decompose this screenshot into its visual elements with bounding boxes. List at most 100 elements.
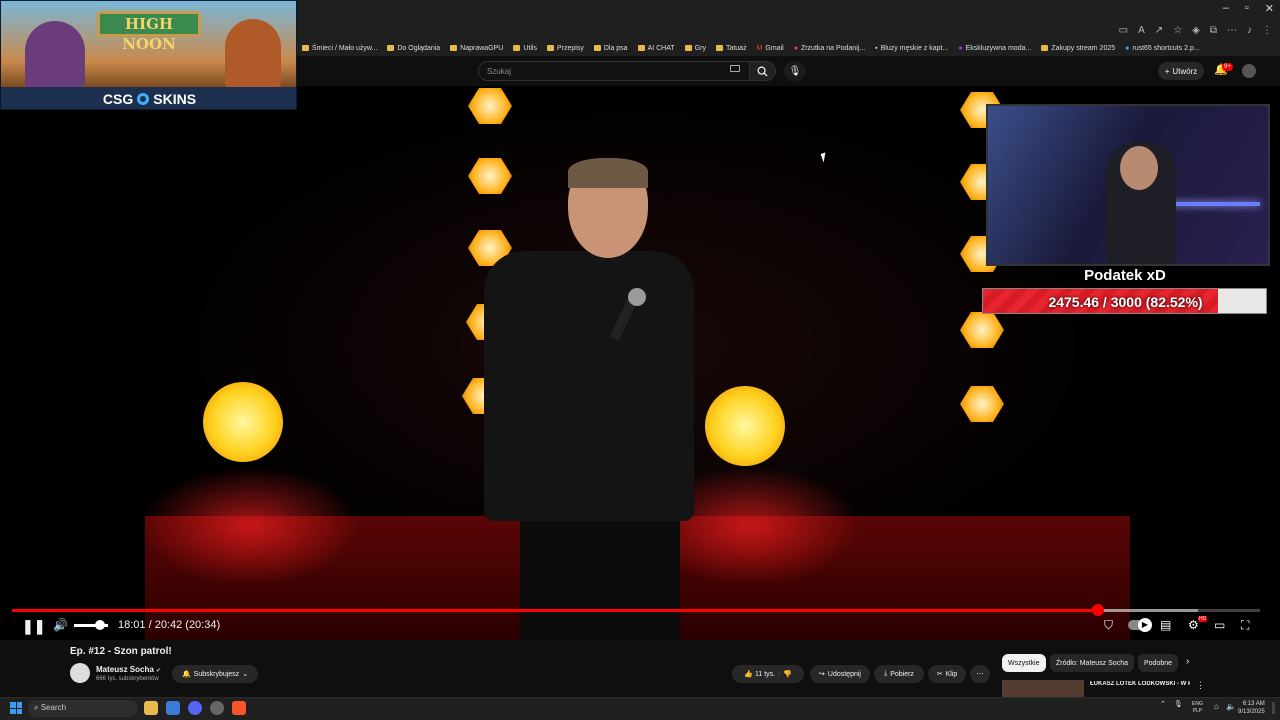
microphone-icon[interactable]: 🎙 xyxy=(1174,700,1183,708)
folder-icon xyxy=(546,45,554,51)
led-strip xyxy=(1168,202,1260,206)
system-tray: ⌃ 🎙 xyxy=(1160,700,1183,708)
maximize-button[interactable]: ▫ xyxy=(1245,2,1249,15)
recommended-thumbnail[interactable] xyxy=(1002,680,1084,698)
bookmark-item[interactable]: Przepisy xyxy=(546,45,584,52)
volume-tray-icon[interactable]: 🔈 xyxy=(1226,702,1236,711)
store-icon[interactable] xyxy=(166,701,180,715)
folder-icon xyxy=(302,45,309,51)
bookmark-item[interactable]: Utils xyxy=(513,45,537,52)
bookmark-star-icon[interactable]: ☆ xyxy=(1173,25,1182,36)
fullscreen-icon[interactable]: ⛶ xyxy=(1241,618,1249,633)
notification-count-badge: 9+ xyxy=(1222,63,1233,71)
cast-icon[interactable]: ▭ xyxy=(1119,25,1128,36)
bookmark-item[interactable]: NaprawaGPU xyxy=(450,45,503,52)
app-icon[interactable] xyxy=(210,701,224,715)
subscribe-button[interactable]: 🔔 Subskrybujesz ⌄ xyxy=(172,665,258,683)
download-button[interactable]: ⤓ Pobierz xyxy=(874,665,924,683)
pause-button[interactable]: ❚❚ xyxy=(22,618,45,635)
share-button[interactable]: ↪ Udostępnij xyxy=(810,665,870,683)
folder-icon xyxy=(715,45,723,51)
subtitles-icon[interactable]: ▤ xyxy=(1160,618,1171,632)
voice-search-button[interactable]: 🎙 xyxy=(784,61,806,81)
ad-sign: HIGH NOON xyxy=(97,11,201,53)
taskbar-clock[interactable]: 6:13 AM 9/13/2025 xyxy=(1238,700,1265,716)
folder-icon xyxy=(593,45,601,51)
scissors-icon: ✂ xyxy=(936,671,943,678)
page-icon: ▪ xyxy=(875,44,878,52)
channel-avatar[interactable] xyxy=(70,663,90,683)
dislike-icon[interactable]: 👎 xyxy=(783,670,792,678)
more-extensions-icon[interactable]: ⋯ xyxy=(1227,25,1237,36)
bookmark-item[interactable]: AI CHAT xyxy=(637,45,675,52)
plus-icon: + xyxy=(1164,66,1170,76)
bookmark-item[interactable]: Dla psa xyxy=(593,45,628,52)
recommended-title[interactable]: ŁUKASZ LOTEK LODKOWSKI - W krzyżu tajemn… xyxy=(1090,681,1190,687)
media-icon[interactable]: ♪ xyxy=(1247,25,1252,36)
keyboard-icon[interactable] xyxy=(730,65,740,72)
bell-icon: 🔔 xyxy=(181,671,191,678)
more-icon[interactable]: ⋮ xyxy=(1196,680,1205,691)
share-arrow-icon: ↪ xyxy=(819,671,825,678)
performer-hair xyxy=(568,158,648,188)
donation-goal-title: Podatek xD xyxy=(1084,267,1166,284)
bookmark-item[interactable]: Śmieci / Mało używ... xyxy=(302,45,377,52)
bookmark-item[interactable]: Tatuaż xyxy=(715,45,747,52)
chip-similar[interactable]: Podobne xyxy=(1138,654,1179,672)
sponsorblock-icon[interactable]: ⛉ xyxy=(1104,618,1113,633)
bookmark-item[interactable]: ● Zrzutka na Podanij... xyxy=(794,45,865,52)
streamer-head xyxy=(1120,146,1158,190)
tabs-icon[interactable]: ⧉ xyxy=(1210,25,1217,36)
file-explorer-icon[interactable] xyxy=(144,701,158,715)
bookmark-item[interactable]: ● rust65 shortcuts 2.p... xyxy=(1125,45,1200,52)
performer-legs xyxy=(520,516,680,640)
account-avatar[interactable] xyxy=(1242,64,1256,78)
chevron-right-icon[interactable]: › xyxy=(1186,656,1189,667)
volume-knob[interactable] xyxy=(95,620,105,630)
bookmark-item[interactable]: ● Ekskluzywna moda... xyxy=(958,45,1031,52)
spotlight xyxy=(705,386,785,466)
close-window-button[interactable]: ✕ xyxy=(1265,2,1274,15)
channel-name[interactable]: Mateusz Socha ✔ xyxy=(96,665,161,674)
ad-character xyxy=(225,19,281,87)
bookmark-item[interactable]: Gry xyxy=(684,45,706,52)
share-icon[interactable]: ↗ xyxy=(1155,25,1163,36)
bookmark-item[interactable]: Zakupy stream 2025 xyxy=(1041,45,1115,52)
bookmark-item[interactable]: Do Oglądania xyxy=(387,45,440,52)
create-button[interactable]: + Utwórz xyxy=(1158,62,1204,80)
search-input[interactable]: Szukaj xyxy=(478,61,750,81)
search-button[interactable] xyxy=(750,61,776,81)
language-indicator[interactable]: ENG PLP xyxy=(1192,701,1203,715)
folder-icon xyxy=(684,45,692,51)
taskbar-search[interactable]: ⌕ Search xyxy=(28,700,138,717)
video-title: Ep. #12 - Szon patrol! xyxy=(70,646,172,657)
network-icon[interactable]: ⌂ xyxy=(1214,702,1219,711)
more-actions-button[interactable]: ⋯ xyxy=(970,665,990,683)
extension-icon[interactable]: ◈ xyxy=(1192,25,1200,36)
chip-source[interactable]: Źródło: Mateusz Socha xyxy=(1050,654,1134,672)
spotlight xyxy=(203,382,283,462)
like-dislike-group: 👍 11 tys. | 👎 xyxy=(732,665,804,683)
csgo-skins-ad[interactable]: HIGH NOON CSG SKINS xyxy=(0,0,297,110)
bookmark-item[interactable]: M Gmail xyxy=(757,45,784,52)
chevron-up-icon[interactable]: ⌃ xyxy=(1160,700,1166,708)
webcam-overlay xyxy=(986,104,1270,266)
show-desktop-button[interactable] xyxy=(1272,702,1275,714)
minimize-button[interactable]: – xyxy=(1223,2,1229,15)
menu-icon[interactable]: ⋮ xyxy=(1262,25,1272,36)
theater-mode-icon[interactable]: ▭ xyxy=(1214,618,1225,632)
volume-icon[interactable]: 🔊 xyxy=(53,618,68,632)
hd-badge: HD xyxy=(1198,616,1208,622)
brand-logo-icon xyxy=(137,93,150,105)
windows-start-icon[interactable] xyxy=(10,702,22,714)
like-button[interactable]: 👍 11 tys. xyxy=(744,670,775,678)
discord-icon[interactable] xyxy=(188,701,202,715)
translate-icon[interactable]: A xyxy=(1138,25,1145,36)
clip-button[interactable]: ✂ Klip xyxy=(928,665,966,683)
thumbs-up-icon: 👍 xyxy=(744,671,754,678)
chip-all[interactable]: Wszystkie xyxy=(1002,654,1046,672)
folder-icon xyxy=(513,45,521,51)
bookmark-item[interactable]: ▪ Bluzy męskie z kapt... xyxy=(875,45,948,52)
brave-browser-icon[interactable] xyxy=(232,701,246,715)
progress-scrubber[interactable] xyxy=(1091,604,1104,616)
